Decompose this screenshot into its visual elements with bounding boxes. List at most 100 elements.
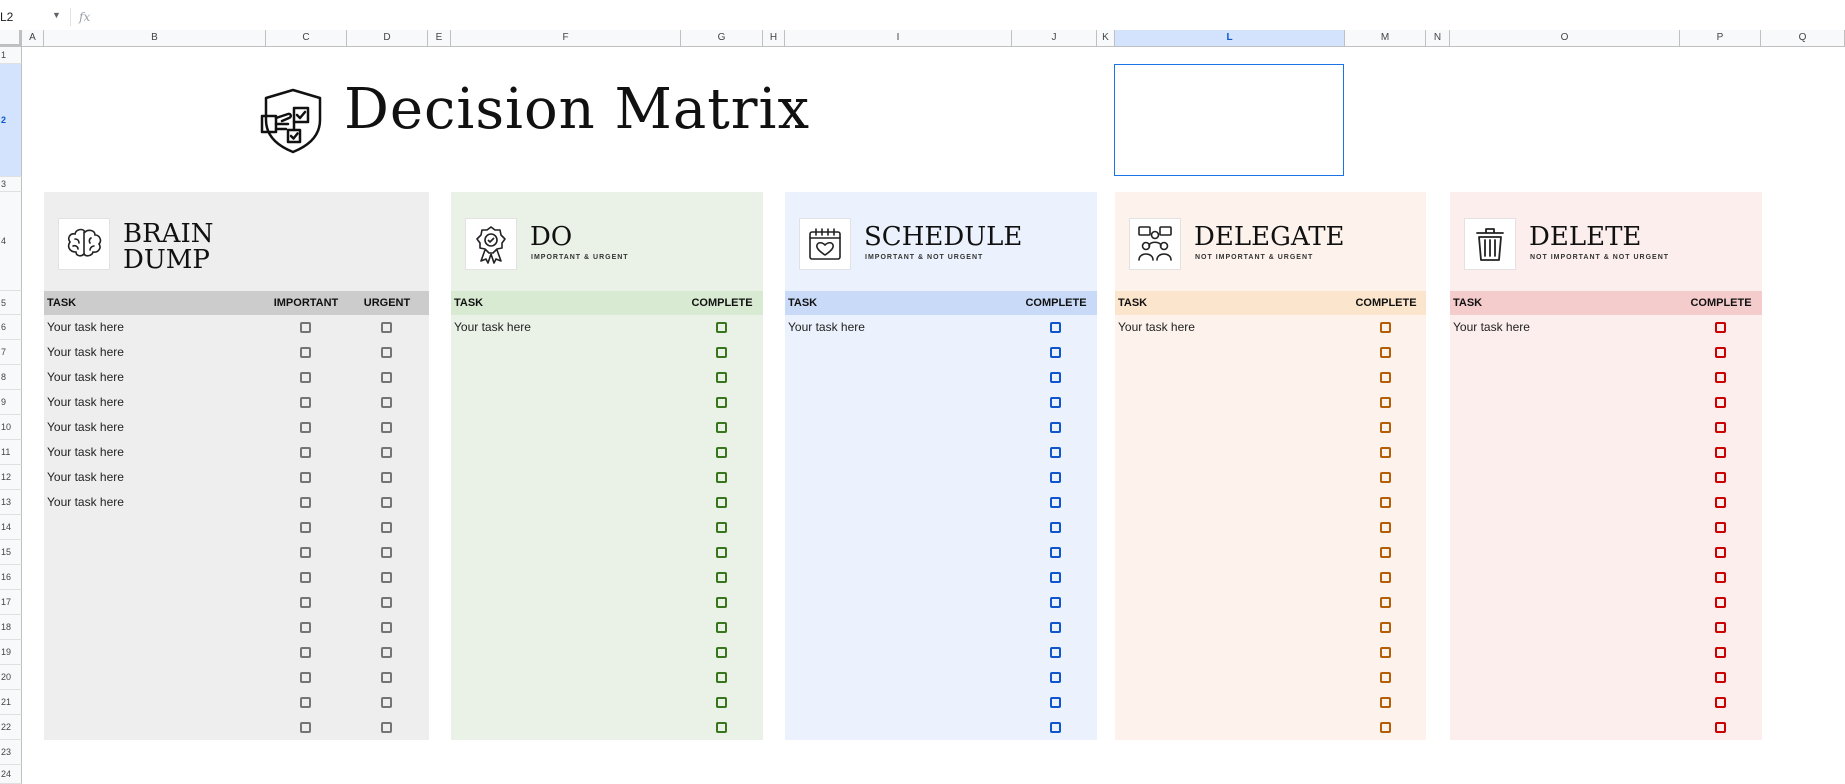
complete-checkbox[interactable] [1380,697,1391,708]
complete-checkbox[interactable] [1715,322,1726,333]
important-checkbox[interactable] [300,397,311,408]
complete-checkbox[interactable] [1050,322,1061,333]
complete-checkbox[interactable] [716,572,727,583]
complete-checkbox[interactable] [1715,547,1726,558]
complete-checkbox[interactable] [1380,722,1391,733]
important-checkbox[interactable] [300,447,311,458]
complete-checkbox[interactable] [1380,597,1391,608]
complete-checkbox[interactable] [1715,372,1726,383]
column-header-g[interactable]: G [681,30,763,47]
task-cell[interactable]: Your task here [454,320,531,334]
row-header-7[interactable]: 7 [0,340,22,365]
task-cell[interactable]: Your task here [47,320,124,334]
complete-checkbox[interactable] [1380,647,1391,658]
complete-checkbox[interactable] [716,347,727,358]
complete-checkbox[interactable] [716,697,727,708]
complete-checkbox[interactable] [716,372,727,383]
row-header-22[interactable]: 22 [0,715,22,740]
row-header-1[interactable]: 1 [0,47,22,64]
column-header-q[interactable]: Q [1761,30,1845,47]
urgent-checkbox[interactable] [381,447,392,458]
urgent-checkbox[interactable] [381,722,392,733]
complete-checkbox[interactable] [1715,622,1726,633]
column-header-p[interactable]: P [1680,30,1761,47]
complete-checkbox[interactable] [716,322,727,333]
column-header-a[interactable]: A [22,30,44,47]
task-cell[interactable]: Your task here [47,395,124,409]
complete-checkbox[interactable] [1380,422,1391,433]
column-header-b[interactable]: B [44,30,266,47]
row-header-3[interactable]: 3 [0,177,22,192]
column-header-j[interactable]: J [1012,30,1097,47]
row-header-11[interactable]: 11 [0,440,22,465]
complete-checkbox[interactable] [1050,497,1061,508]
task-cell[interactable]: Your task here [47,345,124,359]
complete-checkbox[interactable] [1380,447,1391,458]
important-checkbox[interactable] [300,322,311,333]
row-header-5[interactable]: 5 [0,291,22,315]
row-header-18[interactable]: 18 [0,615,22,640]
urgent-checkbox[interactable] [381,672,392,683]
important-checkbox[interactable] [300,522,311,533]
complete-checkbox[interactable] [1050,622,1061,633]
row-header-21[interactable]: 21 [0,690,22,715]
row-header-13[interactable]: 13 [0,490,22,515]
urgent-checkbox[interactable] [381,497,392,508]
important-checkbox[interactable] [300,722,311,733]
complete-checkbox[interactable] [1380,347,1391,358]
complete-checkbox[interactable] [1380,372,1391,383]
important-checkbox[interactable] [300,697,311,708]
urgent-checkbox[interactable] [381,472,392,483]
task-cell[interactable]: Your task here [47,470,124,484]
important-checkbox[interactable] [300,372,311,383]
important-checkbox[interactable] [300,472,311,483]
complete-checkbox[interactable] [1050,722,1061,733]
task-cell[interactable]: Your task here [788,320,865,334]
column-header-l[interactable]: L [1115,30,1345,47]
urgent-checkbox[interactable] [381,572,392,583]
complete-checkbox[interactable] [1050,547,1061,558]
complete-checkbox[interactable] [1050,597,1061,608]
complete-checkbox[interactable] [1050,672,1061,683]
row-header-2[interactable]: 2 [0,64,22,177]
complete-checkbox[interactable] [1380,672,1391,683]
column-header-i[interactable]: I [785,30,1012,47]
row-header-9[interactable]: 9 [0,390,22,415]
important-checkbox[interactable] [300,647,311,658]
complete-checkbox[interactable] [716,647,727,658]
column-header-d[interactable]: D [347,30,428,47]
column-header-m[interactable]: M [1345,30,1426,47]
complete-checkbox[interactable] [716,472,727,483]
complete-checkbox[interactable] [1715,647,1726,658]
complete-checkbox[interactable] [1380,472,1391,483]
select-all-corner[interactable] [0,30,22,47]
important-checkbox[interactable] [300,497,311,508]
task-cell[interactable]: Your task here [47,420,124,434]
column-header-e[interactable]: E [428,30,451,47]
important-checkbox[interactable] [300,347,311,358]
row-header-16[interactable]: 16 [0,565,22,590]
complete-checkbox[interactable] [1050,572,1061,583]
complete-checkbox[interactable] [1715,572,1726,583]
row-header-20[interactable]: 20 [0,665,22,690]
task-cell[interactable]: Your task here [1453,320,1530,334]
task-cell[interactable]: Your task here [1118,320,1195,334]
complete-checkbox[interactable] [1715,697,1726,708]
complete-checkbox[interactable] [1715,722,1726,733]
task-cell[interactable]: Your task here [47,445,124,459]
complete-checkbox[interactable] [1715,472,1726,483]
complete-checkbox[interactable] [1715,672,1726,683]
row-header-17[interactable]: 17 [0,590,22,615]
complete-checkbox[interactable] [1715,497,1726,508]
complete-checkbox[interactable] [716,522,727,533]
important-checkbox[interactable] [300,672,311,683]
task-cell[interactable]: Your task here [47,495,124,509]
complete-checkbox[interactable] [1715,597,1726,608]
important-checkbox[interactable] [300,422,311,433]
urgent-checkbox[interactable] [381,522,392,533]
complete-checkbox[interactable] [716,622,727,633]
row-header-6[interactable]: 6 [0,315,22,340]
complete-checkbox[interactable] [1380,622,1391,633]
complete-checkbox[interactable] [1050,422,1061,433]
complete-checkbox[interactable] [716,397,727,408]
